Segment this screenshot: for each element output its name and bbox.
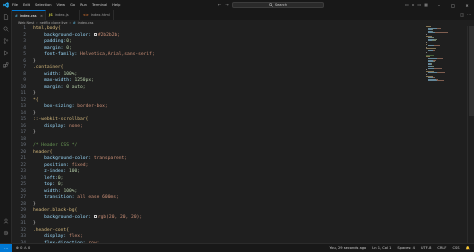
source-control-icon[interactable] [3,38,9,44]
tab-index-js[interactable]: JS index.js [46,10,80,20]
toggle-secondary-sidebar-icon[interactable]: ▭ [417,2,421,7]
explorer-icon[interactable] [3,14,9,20]
layout-controls: ▭ ▫ ▭ ▦ [405,2,428,7]
toggle-sidebar-icon[interactable]: ▭ [405,2,409,7]
minimap-line [436,80,444,82]
run-debug-icon[interactable] [3,50,9,56]
html-file-icon: <> [83,13,89,17]
extensions-icon[interactable] [3,62,9,68]
minimap-line [434,67,442,69]
editor-tabs: # index.css × JS index.js <> index.html [12,10,474,20]
close-icon[interactable]: × [40,14,43,18]
editor-actions: ◫ ⋯ [460,12,471,17]
forward-arrow-icon[interactable]: → [225,2,228,7]
search-view-icon[interactable] [3,26,9,32]
scrollbar-thumb[interactable] [469,26,474,116]
title-bar: File Edit Selection View Go Run Terminal… [0,0,474,10]
warning-icon: ⚠ [23,246,27,250]
chevron-right-icon: › [69,21,71,25]
menu-bar: File Edit Selection View Go Run Terminal… [12,3,120,7]
menu-edit[interactable]: Edit [23,3,30,7]
notifications-bell-icon[interactable]: 🔔 [466,246,470,250]
problems-status[interactable]: ⊗ 0 ⚠ 0 [16,246,30,250]
minimap-line [432,40,436,42]
code-editor[interactable]: 1 html,body{2 background-color: #2b2b2b; 3… [12,26,474,252]
more-actions-icon[interactable]: ⋯ [467,12,471,17]
error-count: 0 [20,246,23,250]
minimap-line [437,27,441,29]
minimap-line [432,61,435,63]
menu-run[interactable]: Run [80,3,87,7]
customize-layout-icon[interactable]: ▦ [424,2,428,7]
indentation-status[interactable]: Spaces: 4 [397,246,414,250]
menu-selection[interactable]: Selection [35,3,52,7]
breadcrumb-item[interactable]: index.css [78,21,94,25]
status-left: ⊗ 0 ⚠ 0 [16,246,30,250]
menu-file[interactable]: File [12,3,18,7]
minimap-line [428,80,437,82]
split-editor-icon[interactable]: ◫ [460,12,464,17]
minimap-line [434,45,440,47]
remote-indicator-icon[interactable]: ⋯ [0,243,12,252]
window-controls: – □ ✕ [432,0,474,10]
minimap-line [432,50,435,51]
nav-arrows: ← → [218,2,229,7]
tab-label: index.css [19,13,37,18]
menu-help[interactable]: Help [112,3,120,7]
minimize-icon[interactable]: – [432,0,446,10]
minimap-line [437,58,443,59]
tab-index-css[interactable]: # index.css × [12,10,46,20]
tab-index-html[interactable]: <> index.html [80,10,114,20]
minimap-line [426,51,427,53]
encoding-status[interactable]: UTF-8 [421,246,431,250]
menu-view[interactable]: View [57,3,66,7]
chevron-right-icon: › [36,21,38,25]
activity-bar [0,10,12,243]
menu-terminal[interactable]: Terminal [92,3,107,7]
close-window-icon[interactable]: ✕ [460,0,474,10]
status-bar: ⋯ ⊗ 0 ⚠ 0 You, 29 seconds ago Ln 1, Col … [0,243,474,252]
warning-count: 0 [28,246,31,250]
breadcrumb-item[interactable]: netflix clone live [40,21,68,25]
cursor-position[interactable]: Ln 1, Col 1 [372,246,391,250]
minimap-line [434,32,448,34]
tab-label: index.html [90,13,110,17]
back-arrow-icon[interactable]: ← [218,2,221,7]
error-icon: ⊗ [16,246,20,250]
git-blame-status[interactable]: You, 29 seconds ago [330,246,367,250]
color-swatch[interactable] [93,214,97,218]
eol-status[interactable]: CRLF [437,246,446,250]
status-right: You, 29 seconds ago Ln 1, Col 1 Spaces: … [330,246,470,250]
accounts-icon[interactable] [3,218,9,224]
minimap-line [426,43,427,45]
color-swatch[interactable] [93,32,97,36]
css-file-icon: # [72,21,76,25]
tab-label: index.js [54,13,69,17]
search-label: Search [274,3,288,7]
maximize-icon[interactable]: □ [446,0,460,10]
minimap-line [428,72,437,74]
js-file-icon: JS [49,13,53,17]
menu-go[interactable]: Go [70,3,75,7]
toggle-panel-icon[interactable]: ▫ [412,2,415,7]
vertical-scrollbar[interactable] [467,26,474,243]
breadcrumb-item[interactable]: Web Nest [18,21,34,25]
command-center-search[interactable]: Search [232,2,324,8]
vscode-logo-icon [3,2,9,8]
minimap-line [437,72,445,74]
language-mode[interactable]: CSS [452,246,459,250]
minimap[interactable] [426,26,466,243]
manage-gear-icon[interactable] [3,230,9,236]
css-file-icon: # [15,13,18,18]
search-icon [268,3,273,7]
